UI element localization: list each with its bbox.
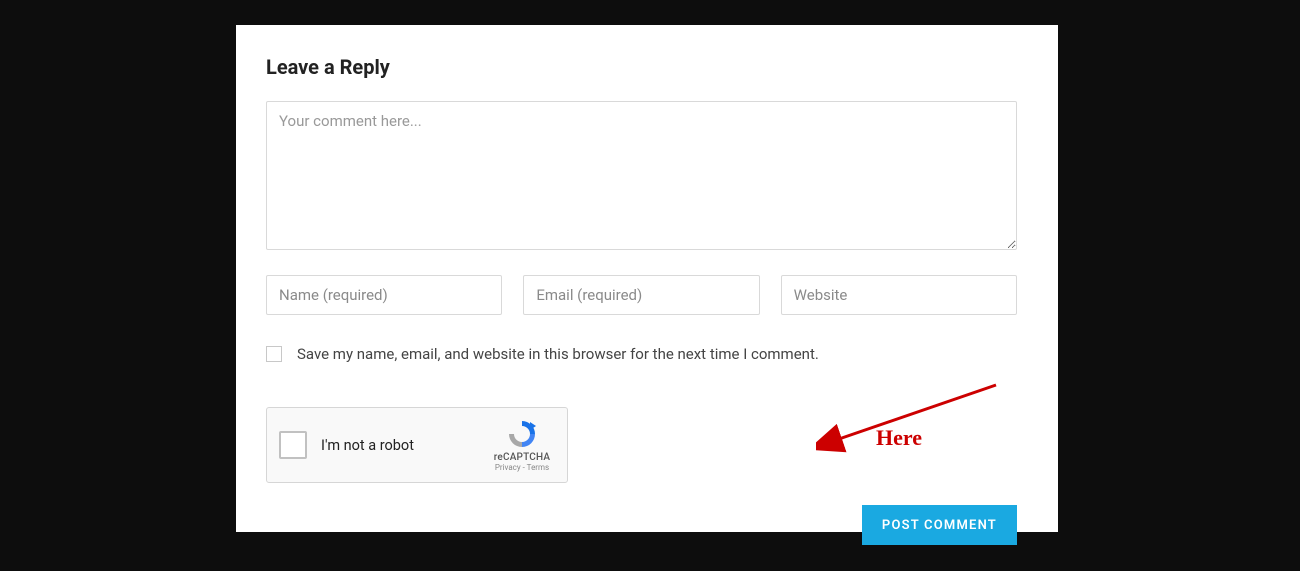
save-info-label: Save my name, email, and website in this… bbox=[297, 345, 819, 363]
save-info-row: Save my name, email, and website in this… bbox=[266, 345, 1028, 363]
recaptcha-widget: I'm not a robot reCAPTCHA Privacy - Term… bbox=[266, 407, 568, 483]
annotation-arrow-icon bbox=[816, 375, 1016, 455]
save-info-checkbox[interactable] bbox=[266, 346, 282, 362]
website-input[interactable] bbox=[781, 275, 1017, 315]
form-heading: Leave a Reply bbox=[266, 55, 1028, 79]
recaptcha-checkbox[interactable] bbox=[279, 431, 307, 459]
recaptcha-icon bbox=[506, 418, 538, 450]
recaptcha-branding: reCAPTCHA Privacy - Terms bbox=[489, 418, 555, 472]
post-comment-button[interactable]: POST COMMENT bbox=[862, 505, 1017, 545]
comment-textarea[interactable] bbox=[266, 101, 1017, 250]
name-input[interactable] bbox=[266, 275, 502, 315]
submit-row: POST COMMENT bbox=[266, 505, 1017, 545]
comment-form-card: Leave a Reply Save my name, email, and w… bbox=[236, 25, 1058, 532]
email-input[interactable] bbox=[523, 275, 759, 315]
identity-row bbox=[266, 275, 1017, 315]
recaptcha-brand-text: reCAPTCHA bbox=[494, 452, 550, 463]
annotation-label: Here bbox=[876, 425, 922, 451]
recaptcha-label: I'm not a robot bbox=[321, 437, 489, 454]
recaptcha-links: Privacy - Terms bbox=[495, 463, 549, 472]
